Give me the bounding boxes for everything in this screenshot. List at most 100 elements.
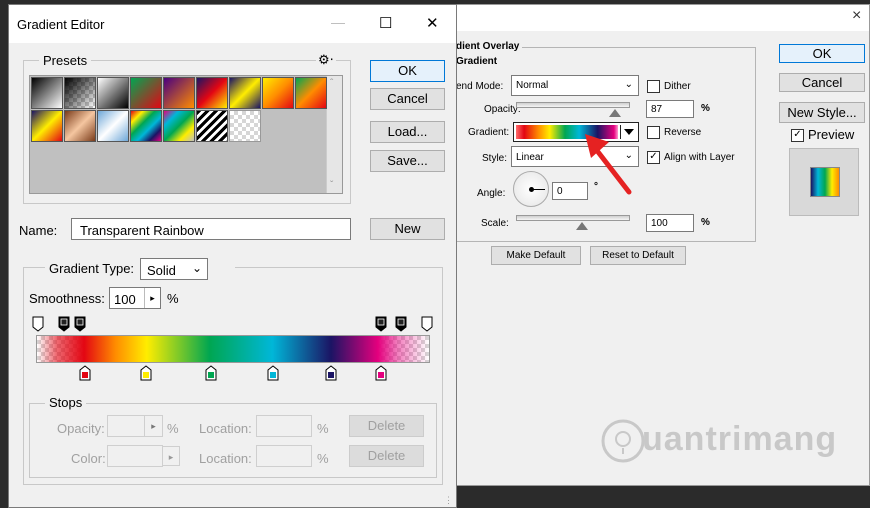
opacity-stop-black-icon[interactable]	[58, 316, 70, 332]
watermark-text: uantrimang	[642, 420, 838, 458]
scale-unit: %	[701, 217, 710, 228]
smoothness-unit: %	[167, 291, 179, 306]
preset-swatch[interactable]	[97, 110, 129, 142]
color-stop-icon[interactable]	[325, 365, 337, 381]
opacity-stop-white-icon[interactable]	[32, 316, 44, 332]
blend-mode-label: end Mode:	[456, 81, 504, 92]
angle-input[interactable]: 0	[552, 182, 588, 200]
minimize-icon[interactable]: —	[331, 14, 345, 30]
preview-thumbnail	[789, 148, 859, 216]
stops-label: Stops	[45, 395, 87, 410]
reset-to-default-button[interactable]: Reset to Default	[590, 246, 686, 265]
presets-scrollbar[interactable]: ˆ ˇ	[326, 76, 342, 193]
gradient-label: Gradient:	[468, 127, 510, 138]
preset-swatch[interactable]	[295, 77, 327, 109]
subsection-title: Gradient	[456, 56, 498, 67]
color-stop-icon[interactable]	[267, 365, 279, 381]
opacity-slider-track[interactable]	[516, 102, 630, 108]
layer-style-cancel-button[interactable]: Cancel	[779, 73, 865, 92]
stops-color-picker-icon[interactable]: ▸	[162, 446, 180, 466]
scroll-up-icon[interactable]: ˆ	[330, 78, 333, 89]
preset-swatch[interactable]	[262, 77, 294, 109]
align-with-layer-checkbox[interactable]: ✓	[647, 151, 660, 164]
preset-swatch[interactable]	[64, 77, 96, 109]
smoothness-label: Smoothness:	[29, 291, 105, 306]
layer-style-dialog: × dient Overlay Gradient end Mode: Norma…	[454, 4, 870, 486]
preset-swatch[interactable]	[97, 77, 129, 109]
layer-style-ok-button[interactable]: OK	[779, 44, 865, 63]
scale-slider-thumb[interactable]	[576, 222, 588, 230]
close-icon[interactable]: ✕	[426, 14, 439, 32]
scale-input[interactable]: 100	[646, 214, 694, 232]
smoothness-stepper-icon[interactable]: ▸	[144, 288, 160, 308]
stops-opacity-input[interactable]: ▸	[107, 415, 163, 437]
stops-opacity-delete-button[interactable]: Delete	[349, 415, 424, 437]
color-stop-icon[interactable]	[79, 365, 91, 381]
cancel-button[interactable]: Cancel	[370, 88, 445, 110]
name-input[interactable]: Transparent Rainbow	[71, 218, 351, 240]
preset-swatch[interactable]	[130, 110, 162, 142]
opacity-input[interactable]: 87	[646, 100, 694, 118]
preset-swatch[interactable]	[31, 110, 63, 142]
dither-label: Dither	[664, 81, 691, 92]
preset-swatch[interactable]	[31, 77, 63, 109]
opacity-stop-black-icon[interactable]	[375, 316, 387, 332]
style-label: Style:	[482, 153, 508, 164]
annotation-arrow-icon	[585, 134, 632, 195]
color-stop-icon[interactable]	[375, 365, 387, 381]
preview-checkbox[interactable]: ✓	[791, 129, 804, 142]
preset-swatch[interactable]	[196, 110, 228, 142]
opacity-unit: %	[701, 103, 710, 114]
opacity-stop-white-icon[interactable]	[421, 316, 433, 332]
gradient-type-select[interactable]: Solid ⌄	[140, 258, 208, 280]
preset-swatch[interactable]	[163, 110, 195, 142]
smoothness-input[interactable]: 100 ▸	[109, 287, 161, 309]
watermark-logo-icon	[601, 419, 645, 463]
gear-dropdown-icon: ‧	[329, 52, 334, 67]
preset-swatch[interactable]	[229, 110, 261, 142]
stops-color-delete-button[interactable]: Delete	[349, 445, 424, 467]
scale-label: Scale:	[481, 218, 509, 229]
opacity-slider-thumb[interactable]	[609, 109, 622, 117]
resize-grip-icon[interactable]: ⋮	[444, 495, 453, 506]
scale-slider-track[interactable]	[516, 215, 630, 221]
stops-opacity-label: Opacity:	[57, 421, 105, 436]
style-value: Linear	[516, 152, 544, 163]
layer-style-titlebar	[456, 5, 869, 31]
reverse-checkbox[interactable]	[647, 126, 660, 139]
ok-button[interactable]: OK	[370, 60, 445, 82]
angle-label: Angle:	[477, 188, 506, 199]
maximize-icon[interactable]: ☐	[379, 14, 392, 32]
preset-swatch[interactable]	[196, 77, 228, 109]
preset-swatch[interactable]	[229, 77, 261, 109]
color-stop-icon[interactable]	[140, 365, 152, 381]
save-button[interactable]: Save...	[370, 150, 445, 172]
new-button[interactable]: New	[370, 218, 445, 240]
smoothness-value: 100	[114, 292, 136, 307]
angle-dial-center	[529, 187, 534, 192]
stops-opacity-stepper-icon[interactable]: ▸	[144, 416, 162, 436]
angle-dial[interactable]	[513, 171, 549, 207]
opacity-stop-black-icon[interactable]	[74, 316, 86, 332]
presets-gear-icon[interactable]: ⚙‧	[316, 52, 336, 68]
color-stop-icon[interactable]	[205, 365, 217, 381]
gradient-bar[interactable]	[36, 335, 430, 363]
opacity-stop-black-icon[interactable]	[395, 316, 407, 332]
stops-opacity-location-input[interactable]	[256, 415, 312, 437]
dither-checkbox[interactable]	[647, 80, 660, 93]
stops-color-label: Color:	[71, 451, 106, 466]
layer-style-close-icon[interactable]: ×	[852, 7, 861, 25]
make-default-button[interactable]: Make Default	[491, 246, 581, 265]
presets-label: Presets	[39, 53, 92, 68]
preset-swatch[interactable]	[64, 110, 96, 142]
preset-swatch[interactable]	[130, 77, 162, 109]
preset-swatch[interactable]	[163, 77, 195, 109]
load-button[interactable]: Load...	[370, 121, 445, 143]
stops-color-swatch[interactable]: ▸	[107, 445, 180, 467]
blend-mode-select[interactable]: Normal ⌄	[511, 75, 639, 96]
new-style-button[interactable]: New Style...	[779, 102, 865, 123]
stops-color-location-input[interactable]	[256, 445, 312, 467]
stops-color-location-label: Location:	[199, 451, 252, 466]
scroll-down-icon[interactable]: ˇ	[330, 180, 333, 191]
preview-label: Preview	[808, 127, 855, 142]
